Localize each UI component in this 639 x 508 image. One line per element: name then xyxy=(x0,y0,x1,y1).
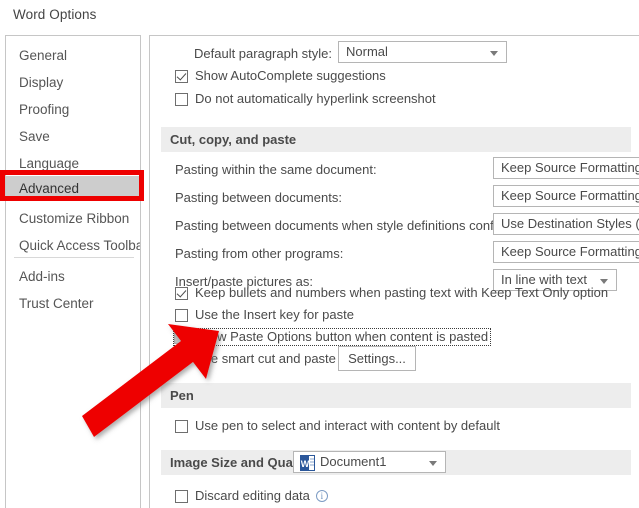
info-icon[interactable]: i xyxy=(315,490,328,502)
checkbox-icon[interactable] xyxy=(175,286,188,300)
image-size-document-selector-dropdown[interactable]: W Document1 xyxy=(293,451,446,473)
paste-style-conflict-dropdown[interactable]: Use Destination Styles (Default) xyxy=(493,213,639,235)
checkbox-icon[interactable] xyxy=(175,69,188,83)
checkbox-use-smart-cut-and-paste[interactable]: Use smart cut and paste i xyxy=(175,352,354,366)
sidebar-item-language[interactable]: Language xyxy=(6,151,140,176)
checkbox-icon[interactable] xyxy=(175,352,188,366)
paste-from-other-programs-label: Pasting from other programs: xyxy=(175,246,344,261)
sidebar-item-proofing[interactable]: Proofing xyxy=(6,97,140,122)
checkbox-show-paste-options-button[interactable]: Show Paste Options button when content i… xyxy=(172,328,492,346)
default-paragraph-style-label: Default paragraph style: xyxy=(194,46,333,61)
default-paragraph-style-dropdown[interactable]: Normal xyxy=(338,41,507,63)
sidebar-divider xyxy=(14,257,134,258)
sidebar-item-advanced[interactable]: Advanced xyxy=(6,176,140,201)
sidebar-item-save[interactable]: Save xyxy=(6,124,140,149)
sidebar-item-trust-center[interactable]: Trust Center xyxy=(6,291,140,316)
checkbox-icon[interactable] xyxy=(174,330,187,344)
paste-between-documents-dropdown[interactable]: Keep Source Formatting (Default) xyxy=(493,185,639,207)
sidebar-item-display[interactable]: Display xyxy=(6,70,140,95)
smart-cut-paste-settings-button[interactable]: Settings... xyxy=(338,346,416,371)
paste-within-same-document-label: Pasting within the same document: xyxy=(175,162,377,177)
checkbox-use-insert-key-for-paste[interactable]: Use the Insert key for paste xyxy=(175,308,354,322)
word-options-dialog: Word Options General Display Proofing Sa… xyxy=(0,0,639,508)
advanced-options-panel: Default paragraph style: Normal Show Aut… xyxy=(149,35,639,508)
checkbox-icon[interactable] xyxy=(175,419,188,433)
paste-within-same-document-dropdown[interactable]: Keep Source Formatting (Default) xyxy=(493,157,639,179)
sidebar-item-quick-access-toolbar[interactable]: Quick Access Toolbar xyxy=(6,233,140,258)
sidebar-item-general[interactable]: General xyxy=(6,43,140,68)
dialog-title: Word Options xyxy=(13,7,97,22)
checkbox-use-pen-to-select[interactable]: Use pen to select and interact with cont… xyxy=(175,419,500,433)
section-header-cut-copy-paste: Cut, copy, and paste xyxy=(161,127,631,152)
paste-between-documents-label: Pasting between documents: xyxy=(175,190,342,205)
chevron-down-icon xyxy=(429,461,437,466)
checkbox-show-autocomplete-suggestions[interactable]: Show AutoComplete suggestions xyxy=(175,69,386,83)
paste-style-conflict-label: Pasting between documents when style def… xyxy=(175,218,514,233)
checkbox-icon[interactable] xyxy=(175,489,188,503)
svg-text:W: W xyxy=(301,459,310,469)
checkbox-do-not-hyperlink-screenshot[interactable]: Do not automatically hyperlink screensho… xyxy=(175,92,436,106)
checkbox-keep-bullets-and-numbers[interactable]: Keep bullets and numbers when pasting te… xyxy=(175,286,608,300)
checkbox-icon[interactable] xyxy=(175,92,188,106)
sidebar-item-customize-ribbon[interactable]: Customize Ribbon xyxy=(6,206,140,231)
checkbox-icon[interactable] xyxy=(175,308,188,322)
chevron-down-icon xyxy=(490,51,498,56)
options-sidebar: General Display Proofing Save Language A… xyxy=(5,35,141,508)
paste-from-other-programs-dropdown[interactable]: Keep Source Formatting (Default) xyxy=(493,241,639,263)
sidebar-item-add-ins[interactable]: Add-ins xyxy=(6,264,140,289)
section-header-pen: Pen xyxy=(161,383,631,408)
chevron-down-icon xyxy=(600,279,608,284)
checkbox-discard-editing-data[interactable]: Discard editing data i xyxy=(175,489,328,503)
word-document-icon: W xyxy=(300,455,315,471)
